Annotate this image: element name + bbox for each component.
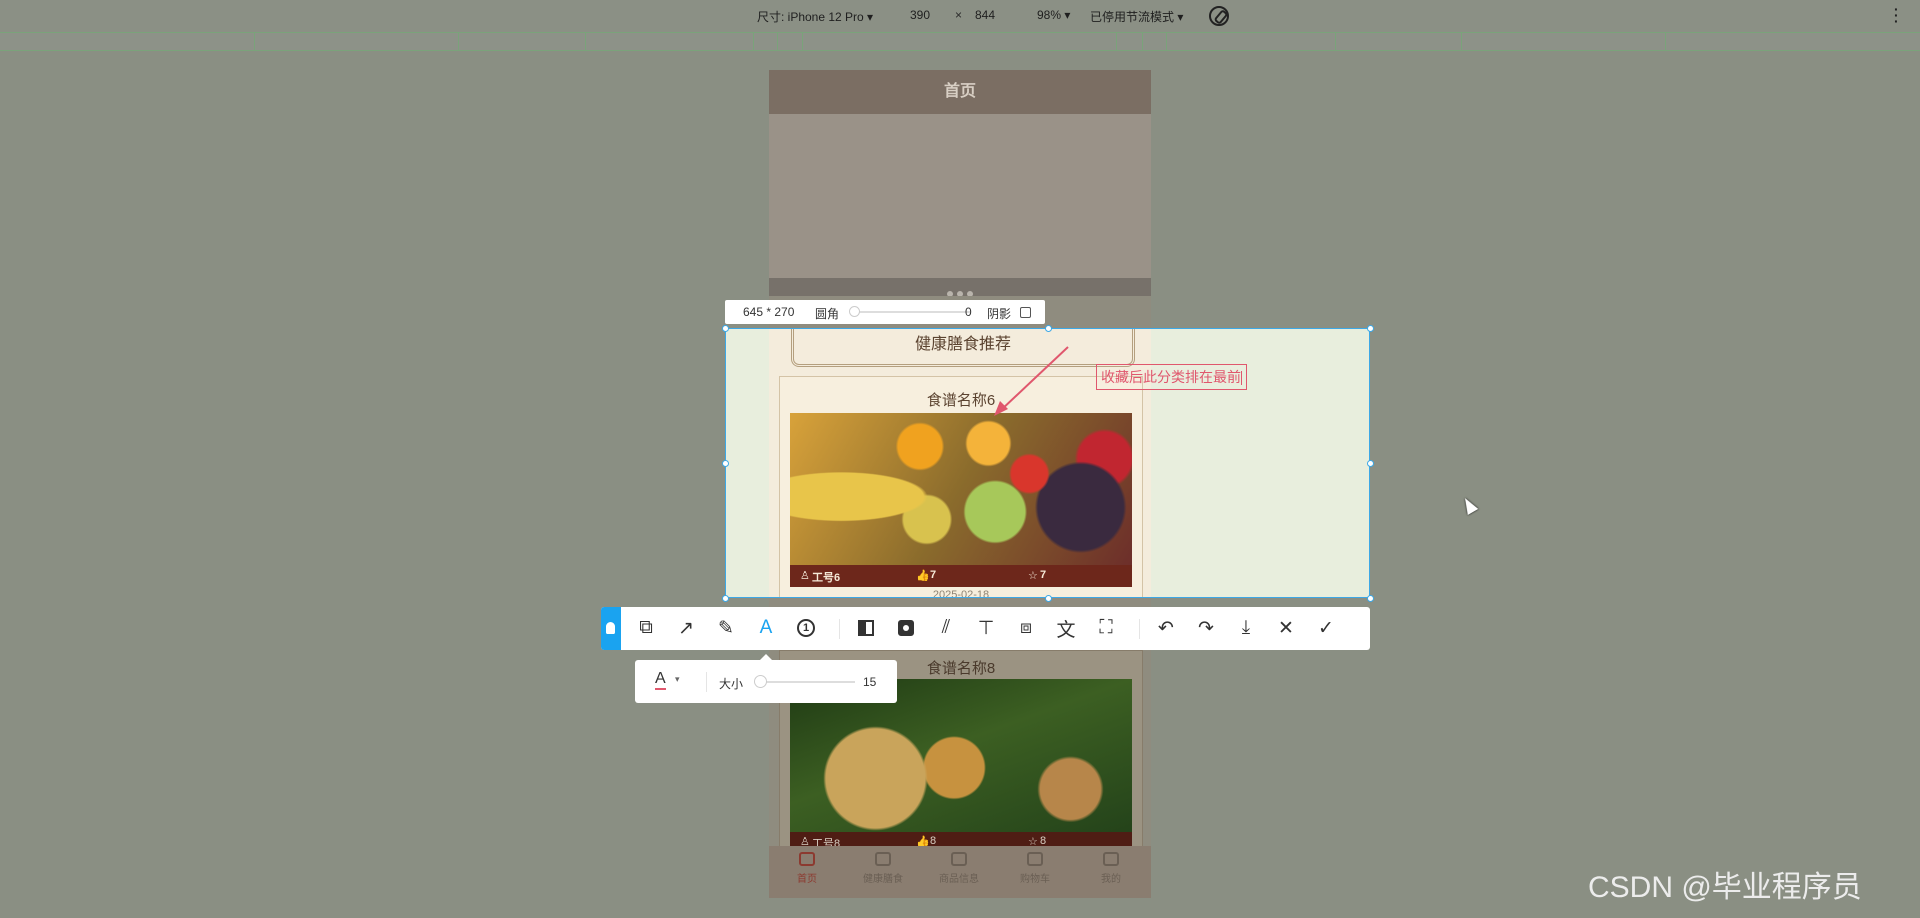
resize-handle-s[interactable]	[1045, 595, 1052, 602]
shape-icon[interactable]: ⧉	[633, 615, 659, 641]
shadow-label: 阴影	[987, 307, 1012, 321]
selection-info-bar: 645 * 270 圆角 0 阴影	[725, 300, 1045, 324]
blur-icon[interactable]	[893, 615, 919, 641]
nav-title: 首页	[769, 70, 1151, 114]
resize-handle-w[interactable]	[722, 460, 729, 467]
pin-toolbar-icon[interactable]	[601, 607, 621, 650]
shadow-checkbox[interactable]	[1020, 307, 1031, 318]
redo-icon[interactable]: ↷	[1193, 615, 1219, 641]
screenshot-toolbar: ⧉ ↗ ✎ A 1 ⫽ ⊤ ⧈ 文 ⛶ ↶ ↷ ⤓ ✕ ✓	[601, 607, 1370, 650]
chevron-down-icon[interactable]: ▾	[675, 674, 680, 685]
resize-handle-sw[interactable]	[722, 595, 729, 602]
close-icon[interactable]: ✕	[1273, 615, 1299, 641]
size-slider-knob[interactable]	[754, 675, 767, 688]
radius-slider-track[interactable]	[850, 311, 970, 313]
resize-handle-nw[interactable]	[722, 325, 729, 332]
cart-icon	[1027, 852, 1043, 866]
user-icon	[1103, 852, 1119, 866]
zoom-select[interactable]: 98% ▾	[1037, 8, 1070, 22]
radius-value: 0	[965, 305, 972, 319]
selection-size: 645 * 270	[743, 305, 795, 319]
size-value: 15	[863, 675, 877, 689]
devtools-toolbar: 尺寸: iPhone 12 Pro ▾ 390 × 844 98% ▾ 已停用节…	[0, 0, 1920, 32]
resize-handle-se[interactable]	[1367, 595, 1374, 602]
pen-icon[interactable]: ✎	[713, 615, 739, 641]
radius-label: 圆角	[815, 307, 840, 321]
device-height-field[interactable]: 844	[975, 8, 995, 22]
mosaic-icon[interactable]	[853, 615, 879, 641]
tab-products[interactable]: 商品信息	[921, 852, 997, 885]
pin-icon[interactable]: ⊤	[973, 615, 999, 641]
size-label: 大小	[719, 677, 744, 691]
tab-home[interactable]: 首页	[769, 852, 845, 885]
resize-handle-ne[interactable]	[1367, 325, 1374, 332]
diet-icon	[875, 852, 891, 866]
selection-border[interactable]	[725, 328, 1370, 598]
bottom-tab-bar: 首页 健康膳食 商品信息 购物车 我的	[769, 846, 1151, 898]
number-icon[interactable]: 1	[793, 615, 819, 641]
resize-handle-n[interactable]	[1045, 325, 1052, 332]
text-options-bar: A ▾ 大小 15	[635, 654, 897, 703]
mouse-cursor-icon	[1459, 495, 1479, 515]
home-icon	[799, 852, 815, 866]
ocr-icon[interactable]: ⧈	[1013, 615, 1039, 641]
translate-icon[interactable]: 文	[1053, 615, 1079, 641]
undo-icon[interactable]: ↶	[1153, 615, 1179, 641]
text-recognize-icon[interactable]: ⛶	[1093, 615, 1119, 641]
tab-cart[interactable]: 购物车	[997, 852, 1073, 885]
dimension-separator: ×	[955, 8, 963, 22]
text-icon[interactable]: A	[753, 615, 779, 641]
stripes-icon[interactable]: ⫽	[933, 615, 959, 641]
more-options-icon[interactable]: · · ·	[1894, 2, 1899, 28]
font-color-icon[interactable]: A	[655, 670, 666, 690]
banner-carousel[interactable]	[769, 114, 1151, 278]
download-icon[interactable]: ⤓	[1233, 615, 1259, 641]
tab-healthy-diet[interactable]: 健康膳食	[845, 852, 921, 885]
size-slider-track[interactable]	[755, 681, 855, 683]
device-select[interactable]: 尺寸: iPhone 12 Pro ▾	[757, 8, 873, 25]
throttle-select[interactable]: 已停用节流模式 ▾	[1090, 8, 1183, 25]
confirm-icon[interactable]: ✓	[1313, 615, 1339, 641]
device-width-field[interactable]: 390	[910, 8, 930, 22]
radius-slider-knob[interactable]	[849, 306, 860, 317]
tab-mine[interactable]: 我的	[1073, 852, 1149, 885]
product-icon	[951, 852, 967, 866]
rotate-icon[interactable]	[1209, 6, 1229, 26]
arrow-icon[interactable]: ↗	[673, 615, 699, 641]
media-query-ruler	[0, 32, 1920, 51]
resize-handle-e[interactable]	[1367, 460, 1374, 467]
watermark: CSDN @毕业程序员	[1588, 871, 1862, 904]
